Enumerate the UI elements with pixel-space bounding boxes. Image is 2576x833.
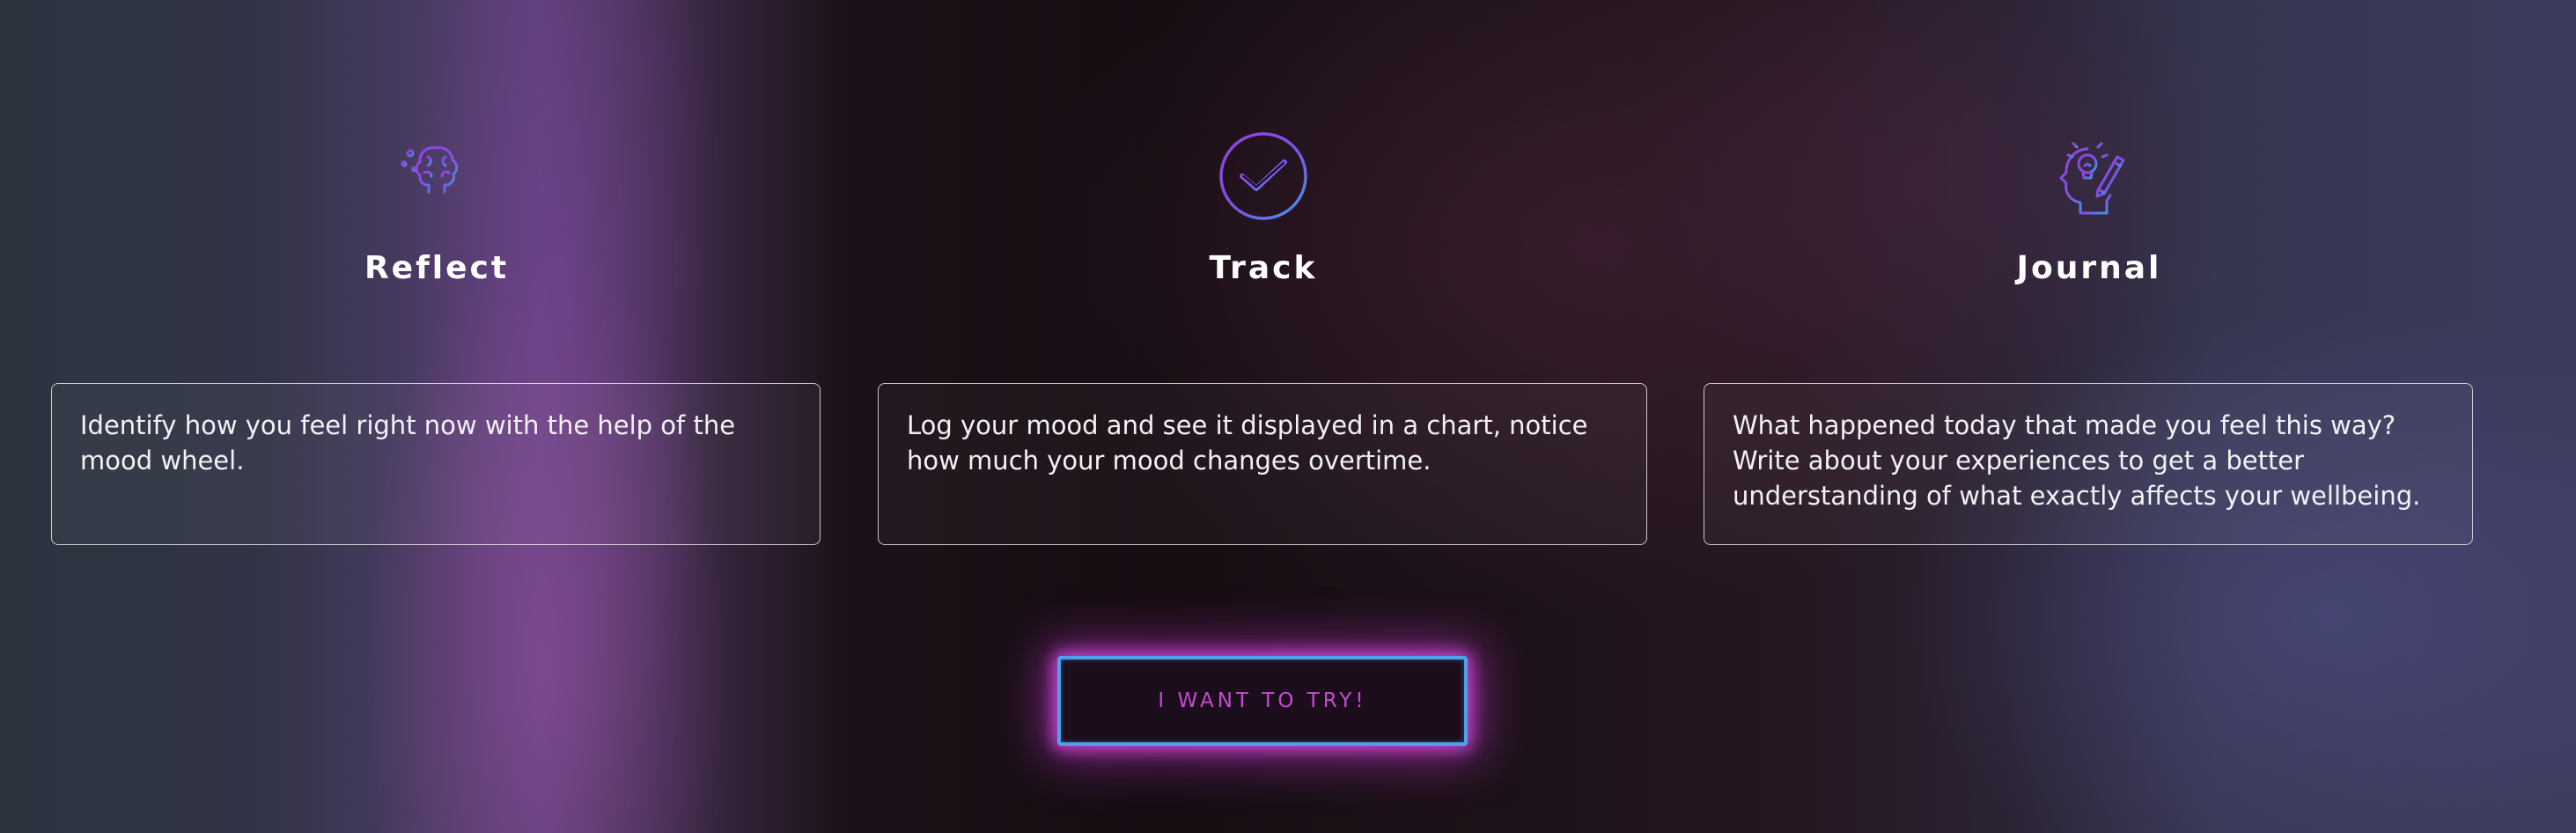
head-idea-pencil-icon xyxy=(2040,127,2138,225)
feature-card-track: Log your mood and see it displayed in a … xyxy=(878,383,1647,545)
feature-description-track: Log your mood and see it displayed in a … xyxy=(907,410,1588,475)
feature-title-journal: Journal xyxy=(2016,250,2162,286)
try-button-label: I WANT TO TRY! xyxy=(1158,689,1367,712)
feature-title-reflect: Reflect xyxy=(364,250,510,286)
feature-journal: Journal What happened today that made yo… xyxy=(1704,0,2475,833)
feature-card-reflect: Identify how you feel right now with the… xyxy=(51,383,821,545)
feature-description-reflect: Identify how you feel right now with the… xyxy=(80,410,736,475)
try-button[interactable]: I WANT TO TRY! xyxy=(1057,656,1468,746)
brain-lightbulb-icon xyxy=(387,127,486,225)
feature-title-track: Track xyxy=(1209,250,1318,286)
feature-description-journal: What happened today that made you feel t… xyxy=(1733,410,2421,511)
feature-card-journal: What happened today that made you feel t… xyxy=(1704,383,2473,545)
feature-reflect: Reflect Identify how you feel right now … xyxy=(51,0,822,833)
check-circle-icon xyxy=(1214,127,1313,225)
